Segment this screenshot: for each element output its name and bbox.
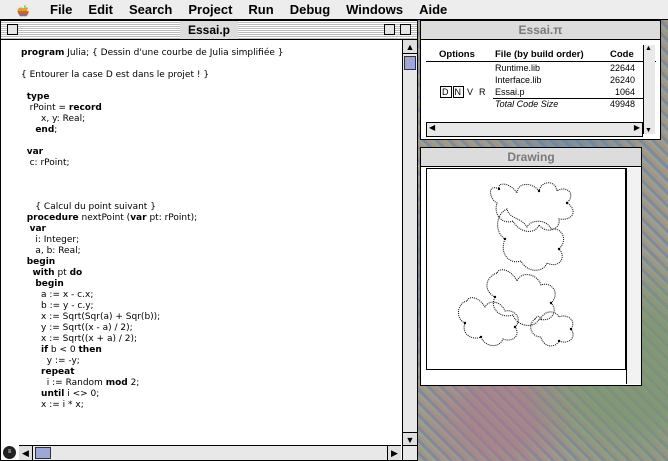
code-editor[interactable]: program Julia; { Dessin d'une courbe de … <box>1 40 399 458</box>
drawing-canvas <box>426 168 626 383</box>
drawing-title: Drawing <box>507 150 555 164</box>
file-column-header: File (by build order) <box>495 49 584 60</box>
code-line: procedure nextPoint (var pt: rPoint); <box>26 213 198 223</box>
menu-file[interactable]: File <box>42 2 80 17</box>
drawing-titlebar[interactable]: Drawing <box>421 148 641 167</box>
code-line: rPoint = record <box>29 103 102 113</box>
file-interface-lib[interactable]: Interface.lib <box>495 74 542 86</box>
code-line: end; <box>35 125 58 135</box>
code-line: x := Sqrt(Sqr(a) + Sqr(b)); <box>41 312 161 322</box>
page-indicator-icon[interactable]: ≡ <box>3 446 16 459</box>
editor-title: Essai.p <box>179 21 239 39</box>
code-line: var <box>26 147 44 157</box>
code-line: { Entourer la case D est dans le projet … <box>21 70 210 80</box>
code-line: i: Integer; <box>35 235 80 245</box>
resize-grow-box-icon[interactable] <box>402 445 417 460</box>
menu-run[interactable]: Run <box>240 2 281 17</box>
code-line: x := i * x; <box>41 400 84 410</box>
drawing-window: Drawing <box>420 147 642 386</box>
editor-titlebar[interactable]: Essai.p <box>1 21 417 40</box>
drawing-bottom-strip <box>426 369 626 384</box>
code-line: y := Sqrt((x - a) / 2); <box>41 323 133 333</box>
drawing-side-strip <box>626 168 641 384</box>
scroll-left-arrow-icon[interactable]: ◀ <box>19 446 33 460</box>
code-line: a, b: Real; <box>35 246 81 256</box>
file-runtime-lib[interactable]: Runtime.lib <box>495 62 540 74</box>
scroll-right-arrow-icon[interactable]: ▶ <box>634 123 640 132</box>
option-r-checkbox[interactable]: R <box>479 87 487 97</box>
zoom-box-icon[interactable] <box>384 24 395 35</box>
menu-aide[interactable]: Aide <box>411 2 455 17</box>
code-line: until i <> 0; <box>41 389 100 399</box>
apple-menu-icon[interactable] <box>14 2 32 18</box>
menu-debug[interactable]: Debug <box>282 2 338 17</box>
code-line: y := -y; <box>46 356 80 366</box>
menu-edit[interactable]: Edit <box>80 2 121 17</box>
total-code-size-value: 49948 <box>609 99 635 109</box>
code-size: 26240 <box>609 75 635 85</box>
total-code-size-label: Total Code Size <box>495 99 559 109</box>
file-essai-p[interactable]: Essai.p <box>495 86 525 98</box>
option-v-checkbox[interactable]: V <box>467 87 474 97</box>
horizontal-scrollbar[interactable]: ◀ ▶ <box>19 445 401 460</box>
close-box-icon[interactable] <box>7 24 18 35</box>
vertical-scroll-thumb[interactable] <box>404 56 416 70</box>
horizontal-scroll-thumb[interactable] <box>35 447 51 459</box>
code-line: repeat <box>41 367 75 377</box>
code-column-header: Code <box>610 49 634 60</box>
menu-bar: File Edit Search Project Run Debug Windo… <box>0 0 668 20</box>
scroll-up-arrow-icon[interactable]: ▲ <box>403 40 417 54</box>
project-title: Essai.π <box>518 23 563 37</box>
code-line: c: rPoint; <box>29 158 70 168</box>
code-line: type <box>26 92 50 102</box>
scroll-down-arrow-icon[interactable]: ▼ <box>645 127 652 134</box>
menu-windows[interactable]: Windows <box>338 2 411 17</box>
file-options-flags[interactable]: DNVR <box>440 86 487 98</box>
code-line: with pt do <box>32 268 83 278</box>
project-horizontal-scrollbar[interactable]: ◀ ▶ <box>426 122 643 137</box>
menu-project[interactable]: Project <box>180 2 240 17</box>
project-window: Essai.π Options File (by build order) Co… <box>420 20 661 140</box>
code-size: 1064 <box>614 87 635 97</box>
options-column-header: Options <box>439 49 475 60</box>
code-line: i := Random mod 2; <box>46 378 140 388</box>
julia-curve-image <box>458 182 574 347</box>
code-line: begin <box>35 279 64 289</box>
menu-search[interactable]: Search <box>121 2 180 17</box>
project-titlebar[interactable]: Essai.π <box>421 21 660 40</box>
code-line: a := x - c.x; <box>41 290 94 300</box>
code-line: program Julia; { Dessin d'une courbe de … <box>21 48 284 58</box>
option-n-checkbox[interactable]: N <box>452 86 464 98</box>
code-line: { Calcul du point suivant } <box>21 202 156 212</box>
scroll-down-arrow-icon[interactable]: ▼ <box>403 432 417 446</box>
code-line: x := Sqrt((x + a) / 2); <box>41 334 137 344</box>
vertical-scrollbar[interactable]: ▲ ▼ <box>402 40 417 446</box>
code-line: if b < 0 then <box>41 345 102 355</box>
code-line: b := y - c.y; <box>41 301 94 311</box>
code-size: 22644 <box>609 63 635 73</box>
project-vertical-scrollbar[interactable]: ▲ ▼ <box>643 45 655 134</box>
scroll-right-arrow-icon[interactable]: ▶ <box>387 446 401 460</box>
scroll-left-arrow-icon[interactable]: ◀ <box>429 123 435 132</box>
code-line: x, y: Real; <box>41 114 86 124</box>
code-line: begin <box>26 257 56 267</box>
code-line: var <box>29 224 46 234</box>
editor-window: Essai.p program Julia; { Dessin d'une co… <box>0 20 418 461</box>
scroll-up-arrow-icon[interactable]: ▲ <box>645 45 652 52</box>
collapse-box-icon[interactable] <box>400 24 411 35</box>
option-d-checkbox[interactable]: D <box>440 86 452 98</box>
